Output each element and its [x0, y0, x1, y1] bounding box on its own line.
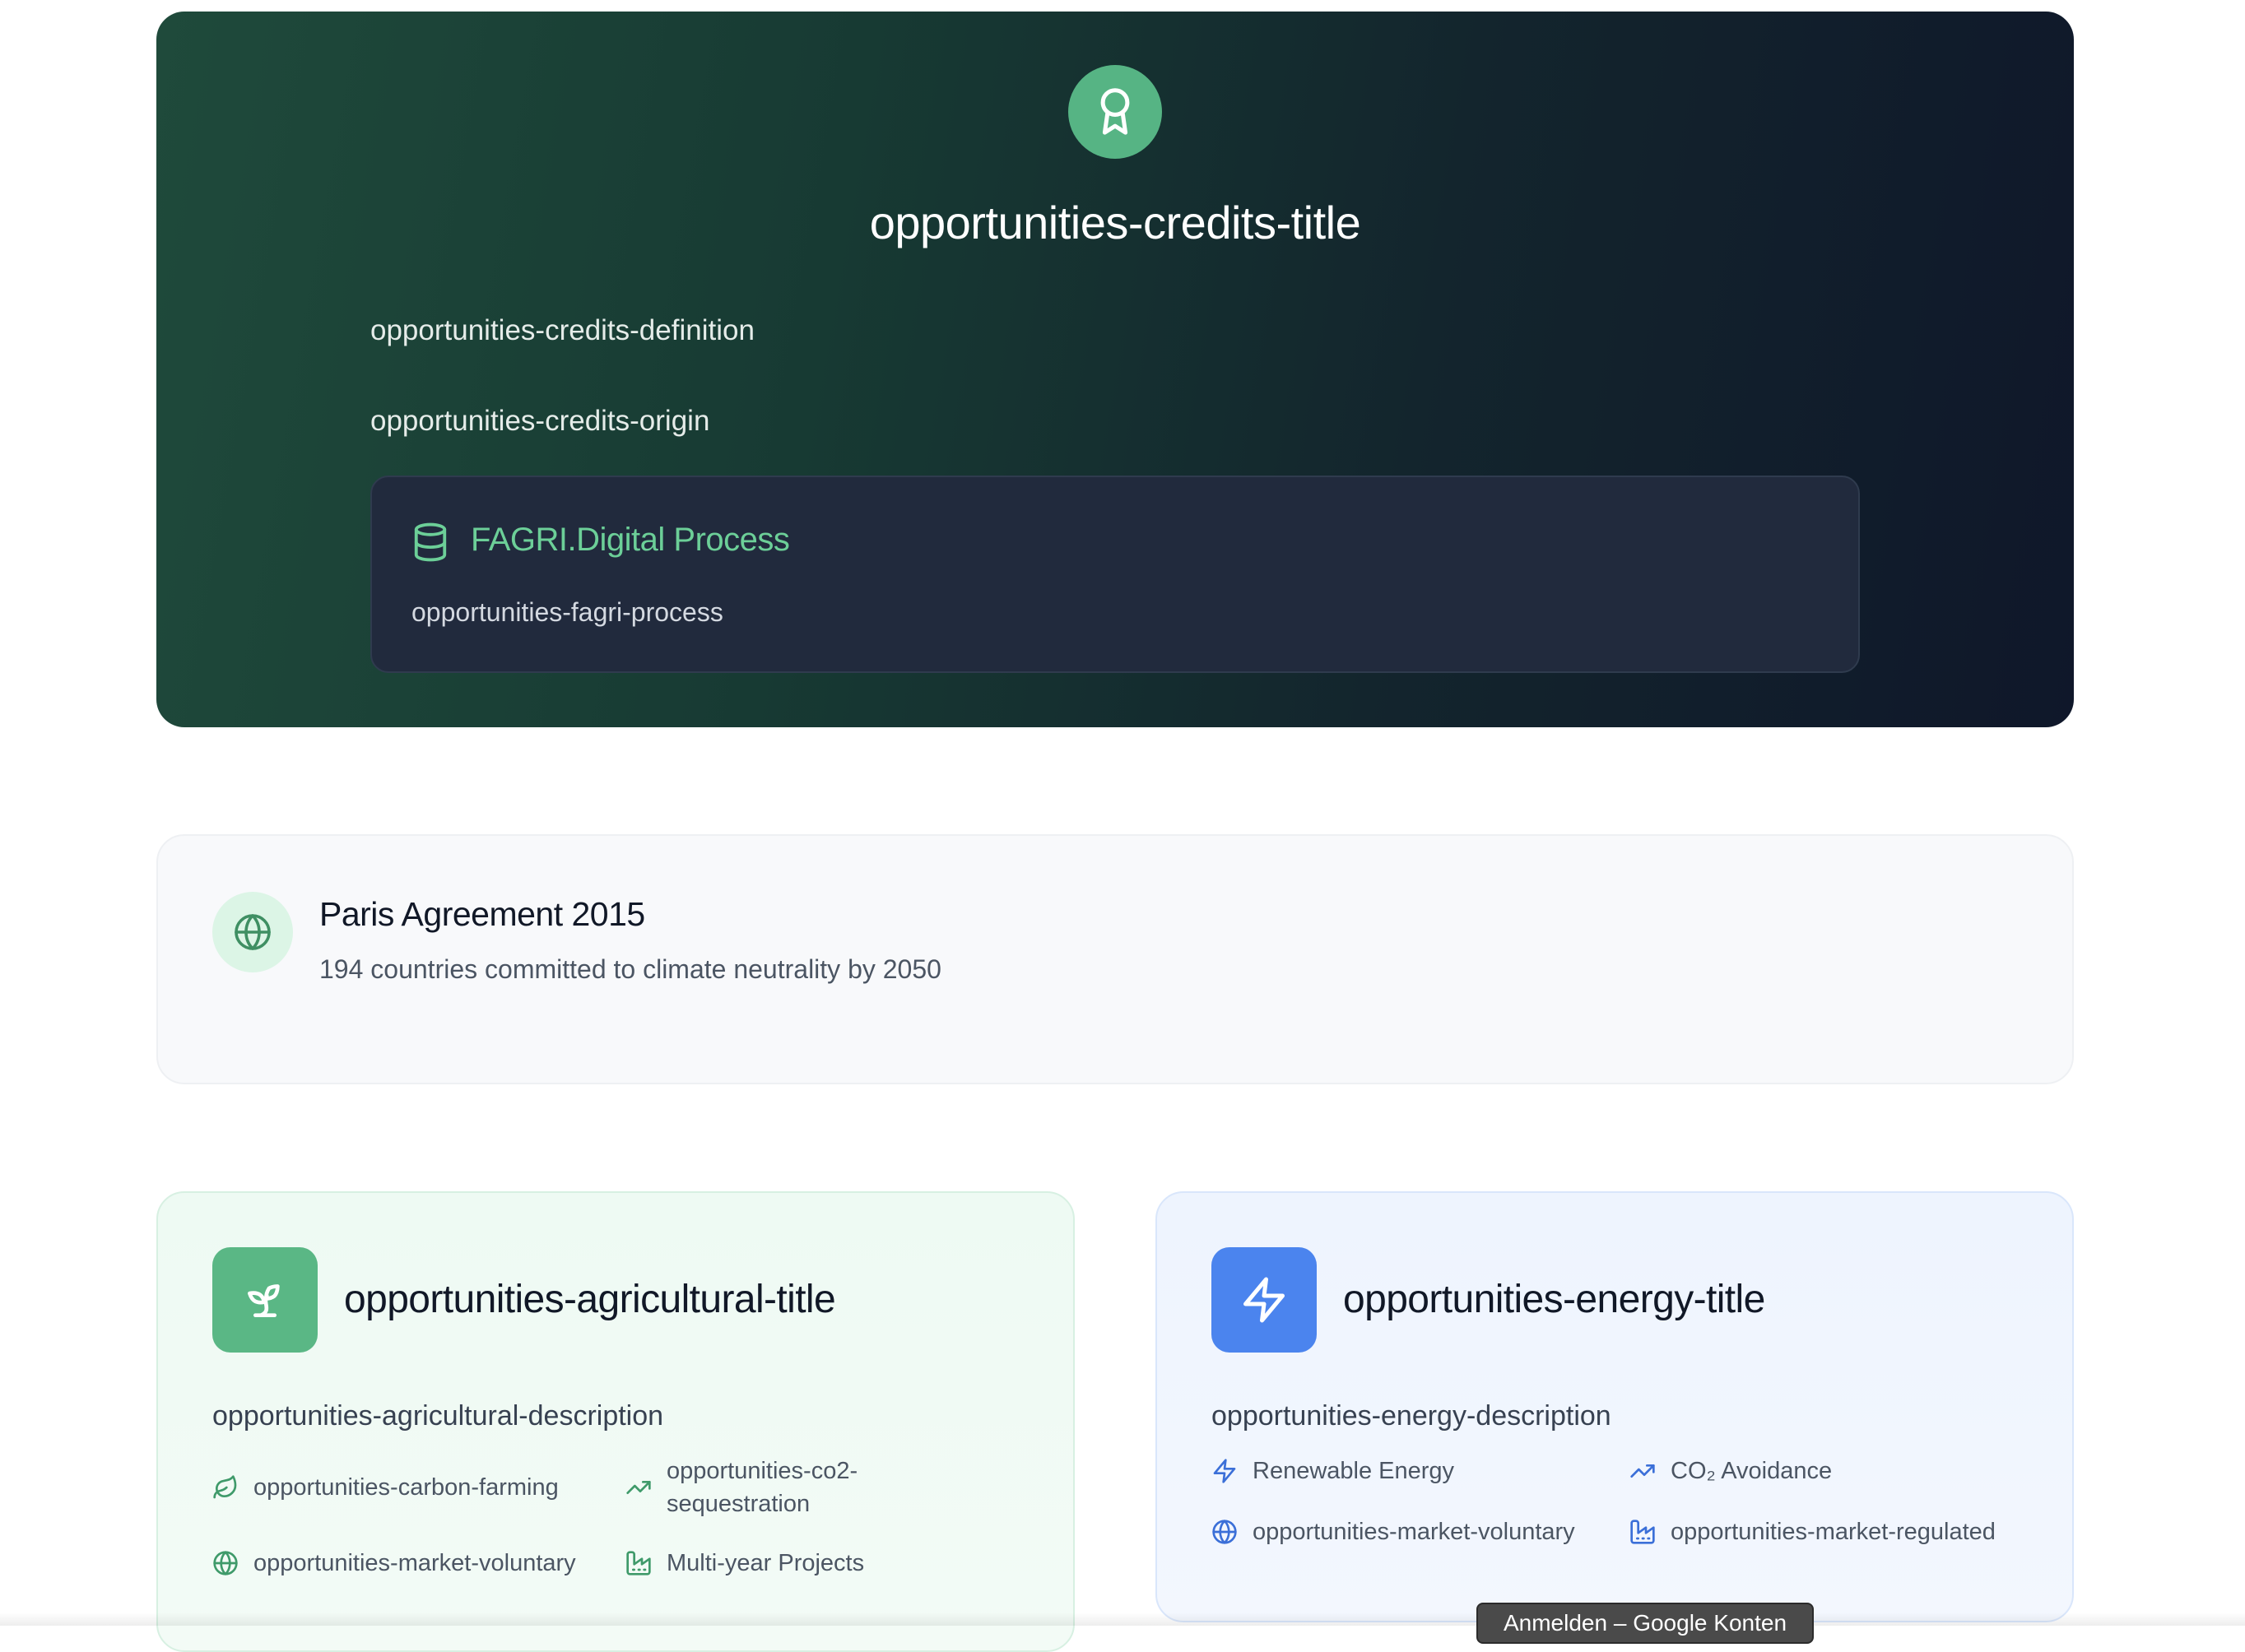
fagri-process-box: FAGRI.Digital Process opportunities-fagr…: [370, 476, 1860, 673]
paris-subtitle: 194 countries committed to climate neutr…: [319, 954, 941, 984]
trending-up-icon: [626, 1481, 651, 1494]
feature-label: Multi-year Projects: [667, 1550, 865, 1576]
credits-hero-section: opportunities-credits-title opportunitie…: [156, 12, 2074, 727]
award-icon: [1100, 88, 1130, 135]
feature-item: Multi-year Projects: [625, 1547, 864, 1580]
award-badge: [1068, 65, 1162, 159]
feature-label: CO₂ Avoidance: [1671, 1458, 1833, 1484]
feature-label: opportunities-market-voluntary: [253, 1550, 576, 1576]
feature-label: opportunities-market-regulated: [1671, 1519, 1996, 1545]
feature-label: opportunities-carbon-farming: [253, 1474, 559, 1501]
agricultural-icon-box: [212, 1247, 318, 1353]
feature-label: opportunities-co2- sequestration: [667, 1458, 858, 1517]
globe-icon: [1212, 1520, 1237, 1544]
feature-item: opportunities-carbon-farming: [212, 1471, 559, 1504]
feature-item: opportunities-co2- sequestration: [625, 1455, 858, 1520]
credits-definition: opportunities-credits-definition: [370, 314, 755, 346]
trending-up-icon: [1630, 1464, 1655, 1478]
database-icon: [414, 522, 447, 562]
process-text: opportunities-fagri-process: [411, 597, 723, 627]
paris-agreement-card: Paris Agreement 2015 194 countries commi…: [156, 834, 2074, 1084]
paris-title: Paris Agreement 2015: [319, 895, 645, 933]
feature-item: opportunities-market-voluntary: [212, 1547, 576, 1580]
bottom-edge-shadow: [0, 1613, 2245, 1626]
feature-item: CO₂ Avoidance: [1629, 1455, 1832, 1487]
credits-title: opportunities-credits-title: [869, 197, 1361, 248]
agricultural-card: opportunities-agricultural-title opportu…: [156, 1191, 1075, 1652]
globe-icon: [213, 1551, 238, 1575]
feature-label: Renewable Energy: [1253, 1458, 1455, 1484]
feature-item: opportunities-market-regulated: [1629, 1515, 1996, 1548]
zap-icon: [1243, 1277, 1285, 1323]
energy-icon-box: [1211, 1247, 1317, 1353]
process-title: FAGRI.Digital Process: [471, 522, 790, 558]
energy-title: opportunities-energy-title: [1343, 1278, 1765, 1321]
paris-icon-circle: [212, 892, 293, 972]
energy-card: opportunities-energy-title opportunities…: [1155, 1191, 2074, 1622]
factory-icon: [1630, 1520, 1655, 1544]
energy-description: opportunities-energy-description: [1211, 1400, 1611, 1432]
credits-origin: opportunities-credits-origin: [370, 405, 710, 437]
leaf-icon: [213, 1475, 237, 1499]
factory-icon: [626, 1551, 651, 1575]
sprout-icon: [248, 1284, 280, 1317]
feature-label: opportunities-market-voluntary: [1253, 1519, 1575, 1545]
agricultural-title: opportunities-agricultural-title: [344, 1278, 836, 1321]
globe-icon: [235, 914, 271, 950]
feature-item: opportunities-market-voluntary: [1211, 1515, 1575, 1548]
agricultural-description: opportunities-agricultural-description: [212, 1400, 664, 1432]
zap-icon: [1213, 1459, 1236, 1483]
google-signin-tooltip: Anmelden – Google Konten: [1476, 1603, 1814, 1644]
feature-item: Renewable Energy: [1211, 1455, 1454, 1487]
